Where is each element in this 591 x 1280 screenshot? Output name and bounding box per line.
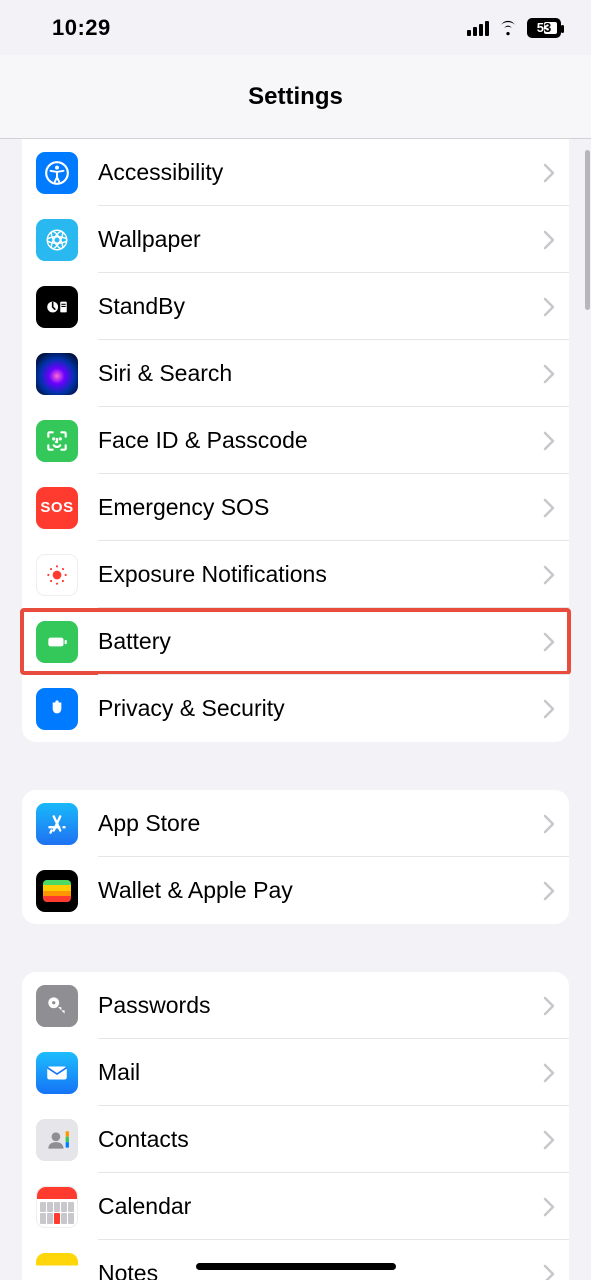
- wifi-icon: [497, 15, 519, 41]
- wallpaper-icon: [36, 219, 78, 261]
- home-indicator[interactable]: [196, 1263, 396, 1270]
- standby-icon: [36, 286, 78, 328]
- row-label: Face ID & Passcode: [98, 427, 543, 454]
- chevron-right-icon: [543, 632, 555, 652]
- settings-row-sos[interactable]: SOS Emergency SOS: [22, 474, 569, 541]
- wallet-icon: [36, 870, 78, 912]
- privacy-icon: [36, 688, 78, 730]
- chevron-right-icon: [543, 699, 555, 719]
- appstore-icon: [36, 803, 78, 845]
- row-label: Emergency SOS: [98, 494, 543, 521]
- chevron-right-icon: [543, 1197, 555, 1217]
- row-label: Battery: [98, 628, 543, 655]
- settings-content[interactable]: Accessibility Wallpaper StandBy Siri & S…: [0, 139, 591, 1280]
- settings-row-exposure[interactable]: Exposure Notifications: [22, 541, 569, 608]
- settings-row-privacy[interactable]: Privacy & Security: [22, 675, 569, 742]
- scroll-indicator[interactable]: [585, 150, 590, 310]
- settings-row-passwords[interactable]: Passwords: [22, 972, 569, 1039]
- settings-row-contacts[interactable]: Contacts: [22, 1106, 569, 1173]
- chevron-right-icon: [543, 498, 555, 518]
- siri-icon: [36, 353, 78, 395]
- navigation-header: Settings: [0, 55, 591, 139]
- settings-group-accounts: Passwords Mail Contacts Calendar: [22, 972, 569, 1280]
- chevron-right-icon: [543, 881, 555, 901]
- settings-row-faceid[interactable]: Face ID & Passcode: [22, 407, 569, 474]
- page-title: Settings: [248, 83, 343, 111]
- passwords-icon: [36, 985, 78, 1027]
- faceid-icon: [36, 420, 78, 462]
- exposure-icon: [36, 554, 78, 596]
- chevron-right-icon: [543, 565, 555, 585]
- battery-icon: [36, 621, 78, 663]
- accessibility-icon: [36, 152, 78, 194]
- battery-status-icon: 53: [527, 18, 561, 38]
- row-label: Exposure Notifications: [98, 561, 543, 588]
- row-label: Siri & Search: [98, 360, 543, 387]
- chevron-right-icon: [543, 297, 555, 317]
- chevron-right-icon: [543, 431, 555, 451]
- row-label: Mail: [98, 1059, 543, 1086]
- row-label: Wallet & Apple Pay: [98, 877, 543, 904]
- row-label: Passwords: [98, 992, 543, 1019]
- row-label: Privacy & Security: [98, 695, 543, 722]
- settings-row-accessibility[interactable]: Accessibility: [22, 139, 569, 206]
- chevron-right-icon: [543, 364, 555, 384]
- settings-row-notes[interactable]: Notes: [22, 1240, 569, 1280]
- chevron-right-icon: [543, 996, 555, 1016]
- status-indicators: 53: [467, 15, 561, 41]
- settings-row-appstore[interactable]: App Store: [22, 790, 569, 857]
- notes-icon: [36, 1253, 78, 1280]
- settings-group-store: App Store Wallet & Apple Pay: [22, 790, 569, 924]
- chevron-right-icon: [543, 1264, 555, 1280]
- contacts-icon: [36, 1119, 78, 1161]
- status-bar: 10:29 53: [0, 0, 591, 55]
- cellular-signal-icon: [467, 20, 489, 36]
- chevron-right-icon: [543, 230, 555, 250]
- row-label: StandBy: [98, 293, 543, 320]
- row-label: App Store: [98, 810, 543, 837]
- settings-row-standby[interactable]: StandBy: [22, 273, 569, 340]
- settings-row-battery[interactable]: Battery: [22, 608, 569, 675]
- row-label: Wallpaper: [98, 226, 543, 253]
- settings-row-siri[interactable]: Siri & Search: [22, 340, 569, 407]
- settings-row-wallet[interactable]: Wallet & Apple Pay: [22, 857, 569, 924]
- calendar-icon: [36, 1186, 78, 1228]
- chevron-right-icon: [543, 814, 555, 834]
- row-label: Accessibility: [98, 159, 543, 186]
- chevron-right-icon: [543, 1130, 555, 1150]
- row-label: Contacts: [98, 1126, 543, 1153]
- mail-icon: [36, 1052, 78, 1094]
- sos-icon: SOS: [36, 487, 78, 529]
- chevron-right-icon: [543, 1063, 555, 1083]
- settings-row-wallpaper[interactable]: Wallpaper: [22, 206, 569, 273]
- row-label: Calendar: [98, 1193, 543, 1220]
- chevron-right-icon: [543, 163, 555, 183]
- settings-row-calendar[interactable]: Calendar: [22, 1173, 569, 1240]
- status-time: 10:29: [52, 15, 111, 41]
- settings-group-general: Accessibility Wallpaper StandBy Siri & S…: [22, 139, 569, 742]
- settings-row-mail[interactable]: Mail: [22, 1039, 569, 1106]
